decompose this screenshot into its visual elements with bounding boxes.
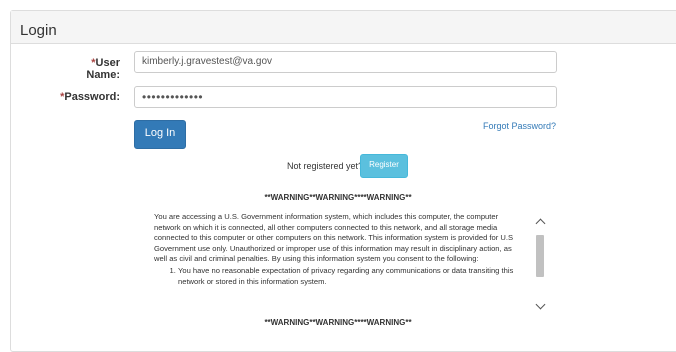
username-field[interactable]: kimberly.j.gravestest@va.gov	[134, 51, 557, 73]
forgot-password-link[interactable]: Forgot Password?	[483, 121, 556, 131]
warning-text: You are accessing a U.S. Government info…	[154, 212, 526, 287]
login-button[interactable]: Log In	[134, 120, 186, 149]
warning-heading-top: **WARNING**WARNING****WARNING**	[264, 193, 412, 202]
chevron-down-icon[interactable]	[534, 298, 546, 312]
password-label: *Password:	[60, 91, 120, 103]
register-button[interactable]: Register	[360, 154, 408, 178]
panel-heading: Login	[11, 11, 676, 44]
username-label: *User Name:	[86, 57, 120, 81]
warning-list: You have no reasonable expectation of pr…	[154, 266, 526, 287]
page-title: Login	[20, 22, 57, 39]
chevron-up-icon[interactable]	[534, 216, 546, 230]
warning-body: You are accessing a U.S. Government info…	[154, 212, 514, 264]
scrollbar-thumb[interactable]	[536, 235, 544, 277]
password-field[interactable]: •••••••••••••	[134, 86, 557, 108]
list-item: You have no reasonable expectation of pr…	[178, 266, 526, 287]
warning-scroll-box[interactable]: You are accessing a U.S. Government info…	[148, 207, 550, 315]
scrollbar[interactable]	[534, 212, 546, 312]
not-registered-text: Not registered yet?	[287, 161, 364, 171]
warning-heading-bottom: **WARNING**WARNING****WARNING**	[264, 318, 412, 327]
